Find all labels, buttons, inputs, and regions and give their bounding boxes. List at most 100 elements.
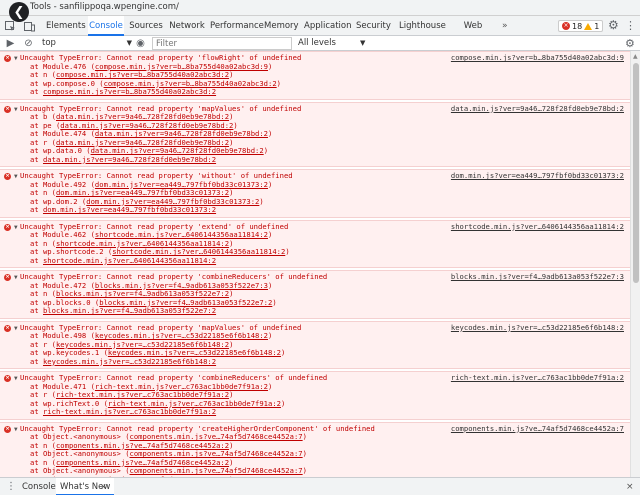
stack-frame-link[interactable]: keycodes.min.js?ver=…c53d22185e6f6b148:2 xyxy=(108,349,281,357)
more-tabs-button[interactable]: » xyxy=(502,16,508,36)
error-icon: × xyxy=(4,55,11,62)
expand-triangle-icon[interactable]: ▼ xyxy=(14,375,18,384)
source-link[interactable]: shortcode.min.js?ver…6406144356aa11814:2 xyxy=(451,222,624,232)
source-link[interactable]: dom.min.js?ver=ea449…797fbf0bd33c01373:2 xyxy=(451,171,624,181)
source-link[interactable]: keycodes.min.js?ver=…c53d22185e6f6b148:2 xyxy=(451,323,624,333)
device-toolbar-icon[interactable] xyxy=(22,19,36,33)
stack-frame-link[interactable]: compose.min.js?ver=b…8ba755d40a02abc3d:2 xyxy=(104,80,277,88)
stack-frame-link[interactable]: data.min.js?ver=9a46…728f28fd0eb9e78bd:2 xyxy=(56,139,229,147)
stack-frame-link[interactable]: components.min.js?ve…74af5d7468ce4452a:7 xyxy=(130,433,303,441)
source-link[interactable]: components.min.js?ve…74af5d7468ce4452a:7 xyxy=(451,424,624,434)
stack-frame-link[interactable]: components.min.js?ve…74af5d7468ce4452a:2 xyxy=(56,442,229,450)
stack-frame-prefix: at pe ( xyxy=(30,121,61,130)
stack-frame-link[interactable]: rich-text.min.js?ver…c763ac1bb0de7f91a:2 xyxy=(56,391,229,399)
stack-frame-link[interactable]: rich-text.min.js?ver…c763ac1bb0de7f91a:2 xyxy=(108,400,281,408)
tab-lighthouse[interactable]: Lighthouse xyxy=(399,16,446,36)
stack-frame-prefix: at b ( xyxy=(30,113,56,121)
console-settings-gear-icon[interactable]: ⚙ xyxy=(625,37,635,50)
expand-triangle-icon[interactable]: ▼ xyxy=(14,325,18,334)
stack-frame-link[interactable]: components.min.js?ve…74af5d7468ce4452a:7 xyxy=(130,467,303,475)
tab-security[interactable]: Security xyxy=(356,16,391,36)
log-levels-dropdown[interactable]: All levels ▼ xyxy=(298,37,368,50)
back-arrow-icon[interactable]: ❮ xyxy=(9,2,29,22)
settings-gear-icon[interactable]: ⚙ xyxy=(608,19,621,32)
tab-elements[interactable]: Elements xyxy=(46,16,86,36)
scroll-up-icon[interactable]: ▲ xyxy=(633,53,638,60)
stack-frame-suffix: ) xyxy=(263,147,269,155)
error-count: 18 xyxy=(572,21,583,31)
stack-frame-link[interactable]: shortcode.min.js?ver…6406144356aa11814:2 xyxy=(56,240,229,248)
stack-frame-link[interactable]: keycodes.min.js?ver=…c53d22185e6f6b148:2 xyxy=(56,341,229,349)
expand-triangle-icon[interactable]: ▼ xyxy=(14,55,18,64)
stack-frame: at dom.min.js?ver=ea449…797fbf0bd33c0137… xyxy=(0,206,440,215)
stack-frame-link[interactable]: dom.min.js?ver=ea449…797fbf0bd33c01373:2 xyxy=(86,198,259,206)
tab-application[interactable]: Application xyxy=(304,16,352,36)
live-expression-eye-icon[interactable]: ◉ xyxy=(134,37,147,50)
stack-frame-suffix: ) xyxy=(229,113,234,121)
stack-frame-link[interactable]: blocks.min.js?ver=f4…9adb613a053f522e7:2 xyxy=(56,290,229,298)
console-scrollbar[interactable]: ▲ xyxy=(630,51,640,477)
stack-frame-link[interactable]: rich-text.min.js?ver…c763ac1bb0de7f91a:2 xyxy=(43,408,216,416)
source-link[interactable]: rich-text.min.js?ver…c763ac1bb0de7f91a:2 xyxy=(451,373,624,383)
stack-frame-link[interactable]: keycodes.min.js?ver=…c53d22185e6f6b148:2 xyxy=(43,358,216,366)
stack-frame-link[interactable]: keycodes.min.js?ver=…c53d22185e6f6b148:2 xyxy=(95,332,268,340)
stack-frame-link[interactable]: dom.min.js?ver=ea449…797fbf0bd33c01373:2 xyxy=(95,181,268,189)
stack-frame-link[interactable]: dom.min.js?ver=ea449…797fbf0bd33c01373:2 xyxy=(56,189,229,197)
stack-frame-link[interactable]: components.min.js?ve…74af5d7468ce4452a:7 xyxy=(130,450,303,458)
stack-frame-link[interactable]: compose.min.js?ver=b…8ba755d40a02abc3d:2 xyxy=(56,71,229,79)
expand-triangle-icon[interactable]: ▼ xyxy=(14,274,18,283)
stack-frame-link[interactable]: blocks.min.js?ver=f4…9adb613a053f522e7:3 xyxy=(95,282,268,290)
stack-frame-prefix: at wp.richText.0 ( xyxy=(30,399,108,408)
filter-input[interactable] xyxy=(152,37,292,50)
stack-frame-link[interactable]: dom.min.js?ver=ea449…797fbf0bd33c01373:2 xyxy=(43,206,216,214)
stack-frame: at Object.<anonymous> (components.min.js… xyxy=(0,433,440,442)
stack-frame-prefix: at Module.476 ( xyxy=(30,62,95,71)
clear-console-icon[interactable]: ⊘ xyxy=(22,37,35,50)
stack-frame: at n (blocks.min.js?ver=f4…9adb613a053f5… xyxy=(0,290,440,299)
stack-frame-suffix: ) xyxy=(272,298,277,307)
stack-frame-suffix: ) xyxy=(302,467,307,475)
stack-frame-link[interactable]: compose.min.js?ver=b…8ba755d40a02abc3d:2 xyxy=(43,88,216,96)
tab-web-scraper[interactable]: Web Scraper xyxy=(449,16,497,51)
stack-frame-link[interactable]: data.min.js?ver=9a46…728f28fd0eb9e78bd:2 xyxy=(91,147,264,155)
issue-counts[interactable]: × 18 1 xyxy=(558,20,604,32)
stack-frame-link[interactable]: components.min.js?ve…74af5d7468ce4452a:2 xyxy=(56,459,229,467)
stack-frame-link[interactable]: rich-text.min.js?ver…c763ac1bb0de7f91a:2 xyxy=(95,383,268,391)
close-drawer-icon[interactable]: × xyxy=(626,478,634,495)
close-whats-new-icon[interactable]: × xyxy=(100,478,107,495)
source-link[interactable]: data.min.js?ver=9a46…728f28fd0eb9e78bd:2 xyxy=(451,104,624,114)
source-link[interactable]: compose.min.js?ver=b…8ba755d40a02abc3d:9 xyxy=(451,53,624,63)
expand-triangle-icon[interactable]: ▼ xyxy=(14,173,18,182)
stack-frame: at wp.compose.0 (compose.min.js?ver=b…8b… xyxy=(0,80,440,89)
stack-frame: at Object.<anonymous> (components.min.js… xyxy=(0,467,440,476)
tab-performance[interactable]: Performance xyxy=(210,16,264,36)
stack-frame-link[interactable]: data.min.js?ver=9a46…728f28fd0eb9e78bd:2 xyxy=(60,122,233,130)
tab-sources[interactable]: Sources xyxy=(128,16,164,36)
show-sidebar-icon[interactable]: ▶ xyxy=(4,37,17,50)
expand-triangle-icon[interactable]: ▼ xyxy=(14,106,18,115)
stack-frame-link[interactable]: data.min.js?ver=9a46…728f28fd0eb9e78bd:2 xyxy=(95,130,268,138)
tab-memory[interactable]: Memory xyxy=(264,16,299,36)
expand-triangle-icon[interactable]: ▼ xyxy=(14,224,18,233)
expand-triangle-icon[interactable]: ▼ xyxy=(14,426,18,435)
tab-console[interactable]: Console xyxy=(88,16,124,36)
stack-frame-link[interactable]: compose.min.js?ver=b…8ba755d40a02abc3d:9 xyxy=(95,63,268,71)
source-link[interactable]: blocks.min.js?ver=f4…9adb613a053f522e7:3 xyxy=(451,272,624,282)
stack-frame-link[interactable]: data.min.js?ver=9a46…728f28fd0eb9e78bd:2 xyxy=(43,156,216,164)
more-options-icon[interactable]: ⋮ xyxy=(625,19,636,32)
scrollbar-thumb[interactable] xyxy=(633,63,639,283)
stack-frame: at Module.476 (compose.min.js?ver=b…8ba7… xyxy=(0,63,440,72)
stack-frame-link[interactable]: blocks.min.js?ver=f4…9adb613a053f522e7:2 xyxy=(43,307,216,315)
drawer-menu-icon[interactable]: ⋮ xyxy=(6,481,16,493)
stack-frame-link[interactable]: blocks.min.js?ver=f4…9adb613a053f522e7:2 xyxy=(99,299,272,307)
context-selector[interactable]: top ▼ xyxy=(42,37,132,50)
stack-frame-link[interactable]: shortcode.min.js?ver…6406144356aa11814:2 xyxy=(43,257,216,265)
stack-frame-prefix: at n ( xyxy=(30,290,56,298)
tab-network[interactable]: Network xyxy=(168,16,206,36)
stack-frame-link[interactable]: data.min.js?ver=9a46…728f28fd0eb9e78bd:2 xyxy=(56,113,229,121)
drawer-tab-console[interactable]: Console xyxy=(18,478,60,495)
stack-frame-prefix: at wp.data.0 ( xyxy=(30,147,91,155)
stack-frame-link[interactable]: shortcode.min.js?ver…6406144356aa11814:2 xyxy=(95,231,268,239)
stack-frame-link[interactable]: shortcode.min.js?ver…6406144356aa11814:2 xyxy=(112,248,285,256)
stack-frame-prefix: at r ( xyxy=(30,340,56,349)
